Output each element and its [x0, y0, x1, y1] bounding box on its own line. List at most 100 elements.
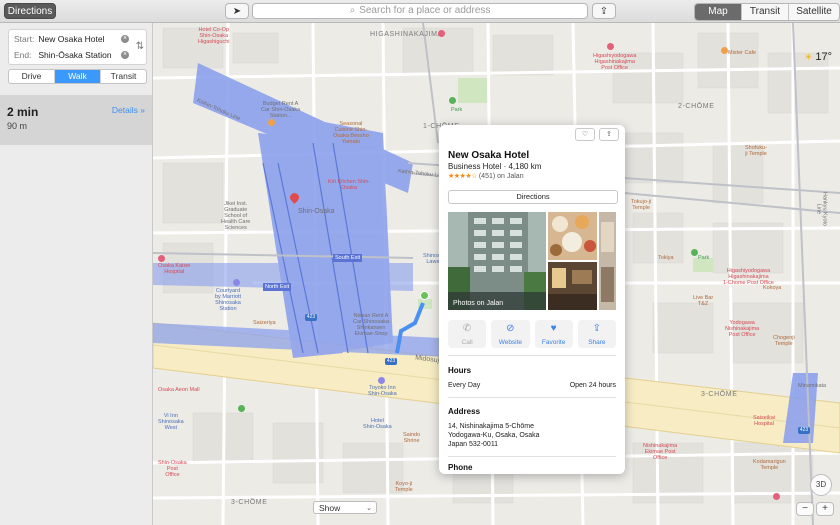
search-placeholder: Search for a place or address — [359, 5, 491, 16]
toolbar: Directions ➤ ⌕ Search for a place or add… — [0, 0, 840, 23]
poi-label[interactable]: Tokujo-ji Temple — [631, 199, 651, 211]
poi-label[interactable]: Kokoya — [763, 285, 781, 291]
poi-label[interactable]: Seasonal Cuisine Shin- Osaka Bessho Yama… — [333, 121, 369, 145]
poi-label[interactable]: Shin-Osaka Post Office — [158, 460, 187, 478]
poi-label[interactable]: Saiseikai Hospital — [753, 415, 775, 427]
end-value: Shin-Ōsaka Station — [38, 50, 112, 60]
share-button[interactable]: ⇪ — [592, 3, 616, 19]
swap-icon[interactable]: ⇅ — [136, 41, 144, 52]
poi-label[interactable]: Saindo Shrine — [403, 432, 420, 444]
favorite-label: Favorite — [541, 339, 566, 346]
3d-button-label: 3D — [815, 480, 827, 489]
favorite-button[interactable]: ♥ Favorite — [534, 320, 573, 348]
chevron-down-icon: ⌄ — [366, 505, 372, 512]
heart-outline-icon: ♡ — [581, 131, 589, 138]
share-icon: ⇪ — [592, 323, 602, 334]
poi-label[interactable]: Mister Cafe — [728, 50, 756, 56]
poi-label[interactable]: Higashiyodogawa Higashinakajima 1-Chome … — [723, 268, 774, 286]
start-marker-icon[interactable] — [420, 291, 429, 300]
poi-label[interactable]: Kodamarigun Temple — [753, 459, 786, 471]
mode-transit[interactable]: Transit — [100, 70, 146, 83]
place-rating[interactable]: ★★★★☆ (451) on Jalan — [448, 172, 524, 180]
poi-label[interactable]: Shofuku- ji Temple — [745, 145, 767, 157]
food-image — [548, 212, 597, 260]
poi-label[interactable]: Higashiyodogawa Higashinakajima Post Off… — [593, 53, 636, 71]
poi-label[interactable]: Live Bar T&Z — [693, 295, 713, 307]
zoom-out-button[interactable]: − — [796, 502, 814, 516]
poi-label[interactable]: Tokiya — [658, 255, 674, 261]
place-name: New Osaka Hotel — [448, 150, 530, 161]
phone-title: Phone — [448, 463, 473, 472]
show-dropdown[interactable]: Show ⌄ — [313, 501, 377, 514]
address-line: 14, Nishinakajima 5-Chōme — [448, 423, 534, 430]
heart-icon: ♥ — [550, 323, 557, 334]
end-label: End: — [14, 50, 32, 60]
start-field[interactable]: Start: New Osaka Hotel — [14, 34, 105, 44]
directions-button[interactable]: Directions — [4, 3, 56, 19]
clear-end-button[interactable]: × — [121, 51, 129, 59]
photos-gallery[interactable]: Photos on Jalan — [448, 212, 616, 310]
poi-label[interactable]: Toyoko Inn Shin-Osaka — [368, 385, 397, 397]
website-label: Website — [498, 339, 523, 346]
search-field[interactable]: ⌕ Search for a place or address — [252, 3, 588, 19]
poi-label[interactable]: Hotel Co-Op Shin-Osaka Higashiguchi — [198, 27, 230, 45]
lobby-image — [548, 262, 597, 310]
post-office-icon — [438, 30, 445, 37]
divider — [448, 456, 616, 457]
poi-label[interactable]: Vi Inn Shinosaka West — [158, 413, 184, 431]
extra-photo[interactable] — [599, 212, 616, 310]
mode-drive[interactable]: Drive — [9, 70, 54, 83]
route-time: 2 min — [7, 105, 39, 119]
route-details-link[interactable]: Details » — [112, 105, 145, 115]
map-type-map[interactable]: Map — [695, 4, 741, 20]
share-action-button[interactable]: ⇪ Share — [577, 320, 616, 348]
poi-label[interactable]: Minamikata — [798, 383, 826, 389]
poi-label[interactable]: Kiri Kitchen Shin- Osaka — [328, 179, 370, 191]
poi-label[interactable]: Saizeriya — [253, 320, 276, 326]
favorite-toggle-button[interactable]: ♡ — [575, 128, 595, 141]
hospital-icon — [158, 255, 165, 262]
poi-label[interactable]: Park — [451, 107, 462, 113]
poi-label[interactable]: Osaka Kaisei Hospital — [158, 263, 190, 275]
website-button[interactable]: ⊘ Website — [491, 320, 530, 348]
call-button[interactable]: ✆ Call — [448, 320, 487, 348]
map-type-transit[interactable]: Transit — [741, 4, 788, 20]
poi-label[interactable]: Jikei Inst. Graduate School of Health Ca… — [221, 201, 250, 231]
hotel-icon — [233, 279, 240, 286]
current-location-button[interactable]: ➤ — [225, 3, 249, 19]
poi-label[interactable]: Chogenji Temple — [773, 335, 795, 347]
post-office-icon — [607, 43, 614, 50]
park-icon — [238, 405, 245, 412]
zoom-out-label: − — [802, 503, 808, 514]
map-type-satellite[interactable]: Satellite — [788, 4, 839, 20]
route-summary[interactable]: 2 min 90 m Details » — [0, 95, 152, 145]
poi-label[interactable]: Osaka Aeon Mall — [158, 387, 200, 393]
lobby-photo[interactable] — [548, 262, 597, 310]
mode-walk[interactable]: Walk — [54, 70, 100, 83]
hotel-exterior-photo[interactable]: Photos on Jalan — [448, 212, 546, 310]
poi-label[interactable]: Park — [698, 255, 709, 261]
poi-label[interactable]: Budget Rent A Car Shin-Osaka Station... — [261, 101, 300, 119]
card-share-button[interactable]: ⇪ — [599, 128, 619, 141]
poi-label[interactable]: Koyo-ji Temple — [395, 481, 413, 493]
rating-reviews: (451) on Jalan — [478, 173, 524, 180]
route-shield: 423 — [305, 314, 317, 321]
call-label: Call — [461, 339, 473, 346]
poi-label[interactable]: Courtyard by Marriott Shinosaka Station — [215, 288, 241, 312]
card-directions-button[interactable]: Directions — [448, 190, 618, 204]
north-exit-label[interactable]: North Exit — [263, 283, 292, 291]
rating-stars-icon: ★★★★☆ — [448, 173, 477, 180]
food-photo[interactable] — [548, 212, 597, 260]
south-exit-label[interactable]: South Exit — [333, 254, 363, 262]
poi-label[interactable]: Hotel Shin-Osaka — [363, 418, 392, 430]
3d-button[interactable]: 3D — [810, 474, 832, 496]
poi-label[interactable]: Yodogawa Nishinakajima Post Office — [725, 320, 759, 338]
clear-start-button[interactable]: × — [121, 35, 129, 43]
poi-label[interactable]: Nissan Rent A Car Shinosaka Shinkansen E… — [353, 313, 389, 337]
poi-label[interactable]: Nishinakajima Ekimae Post Office — [643, 443, 677, 461]
zoom-in-button[interactable]: + — [816, 502, 834, 516]
end-field[interactable]: End: Shin-Ōsaka Station — [14, 50, 112, 60]
address-line: Japan 532-0011 — [448, 441, 499, 448]
poi-label-station[interactable]: Shin-Osaka — [298, 208, 335, 215]
directions-sidebar: Start: New Osaka Hotel × End: Shin-Ōsaka… — [0, 23, 153, 525]
